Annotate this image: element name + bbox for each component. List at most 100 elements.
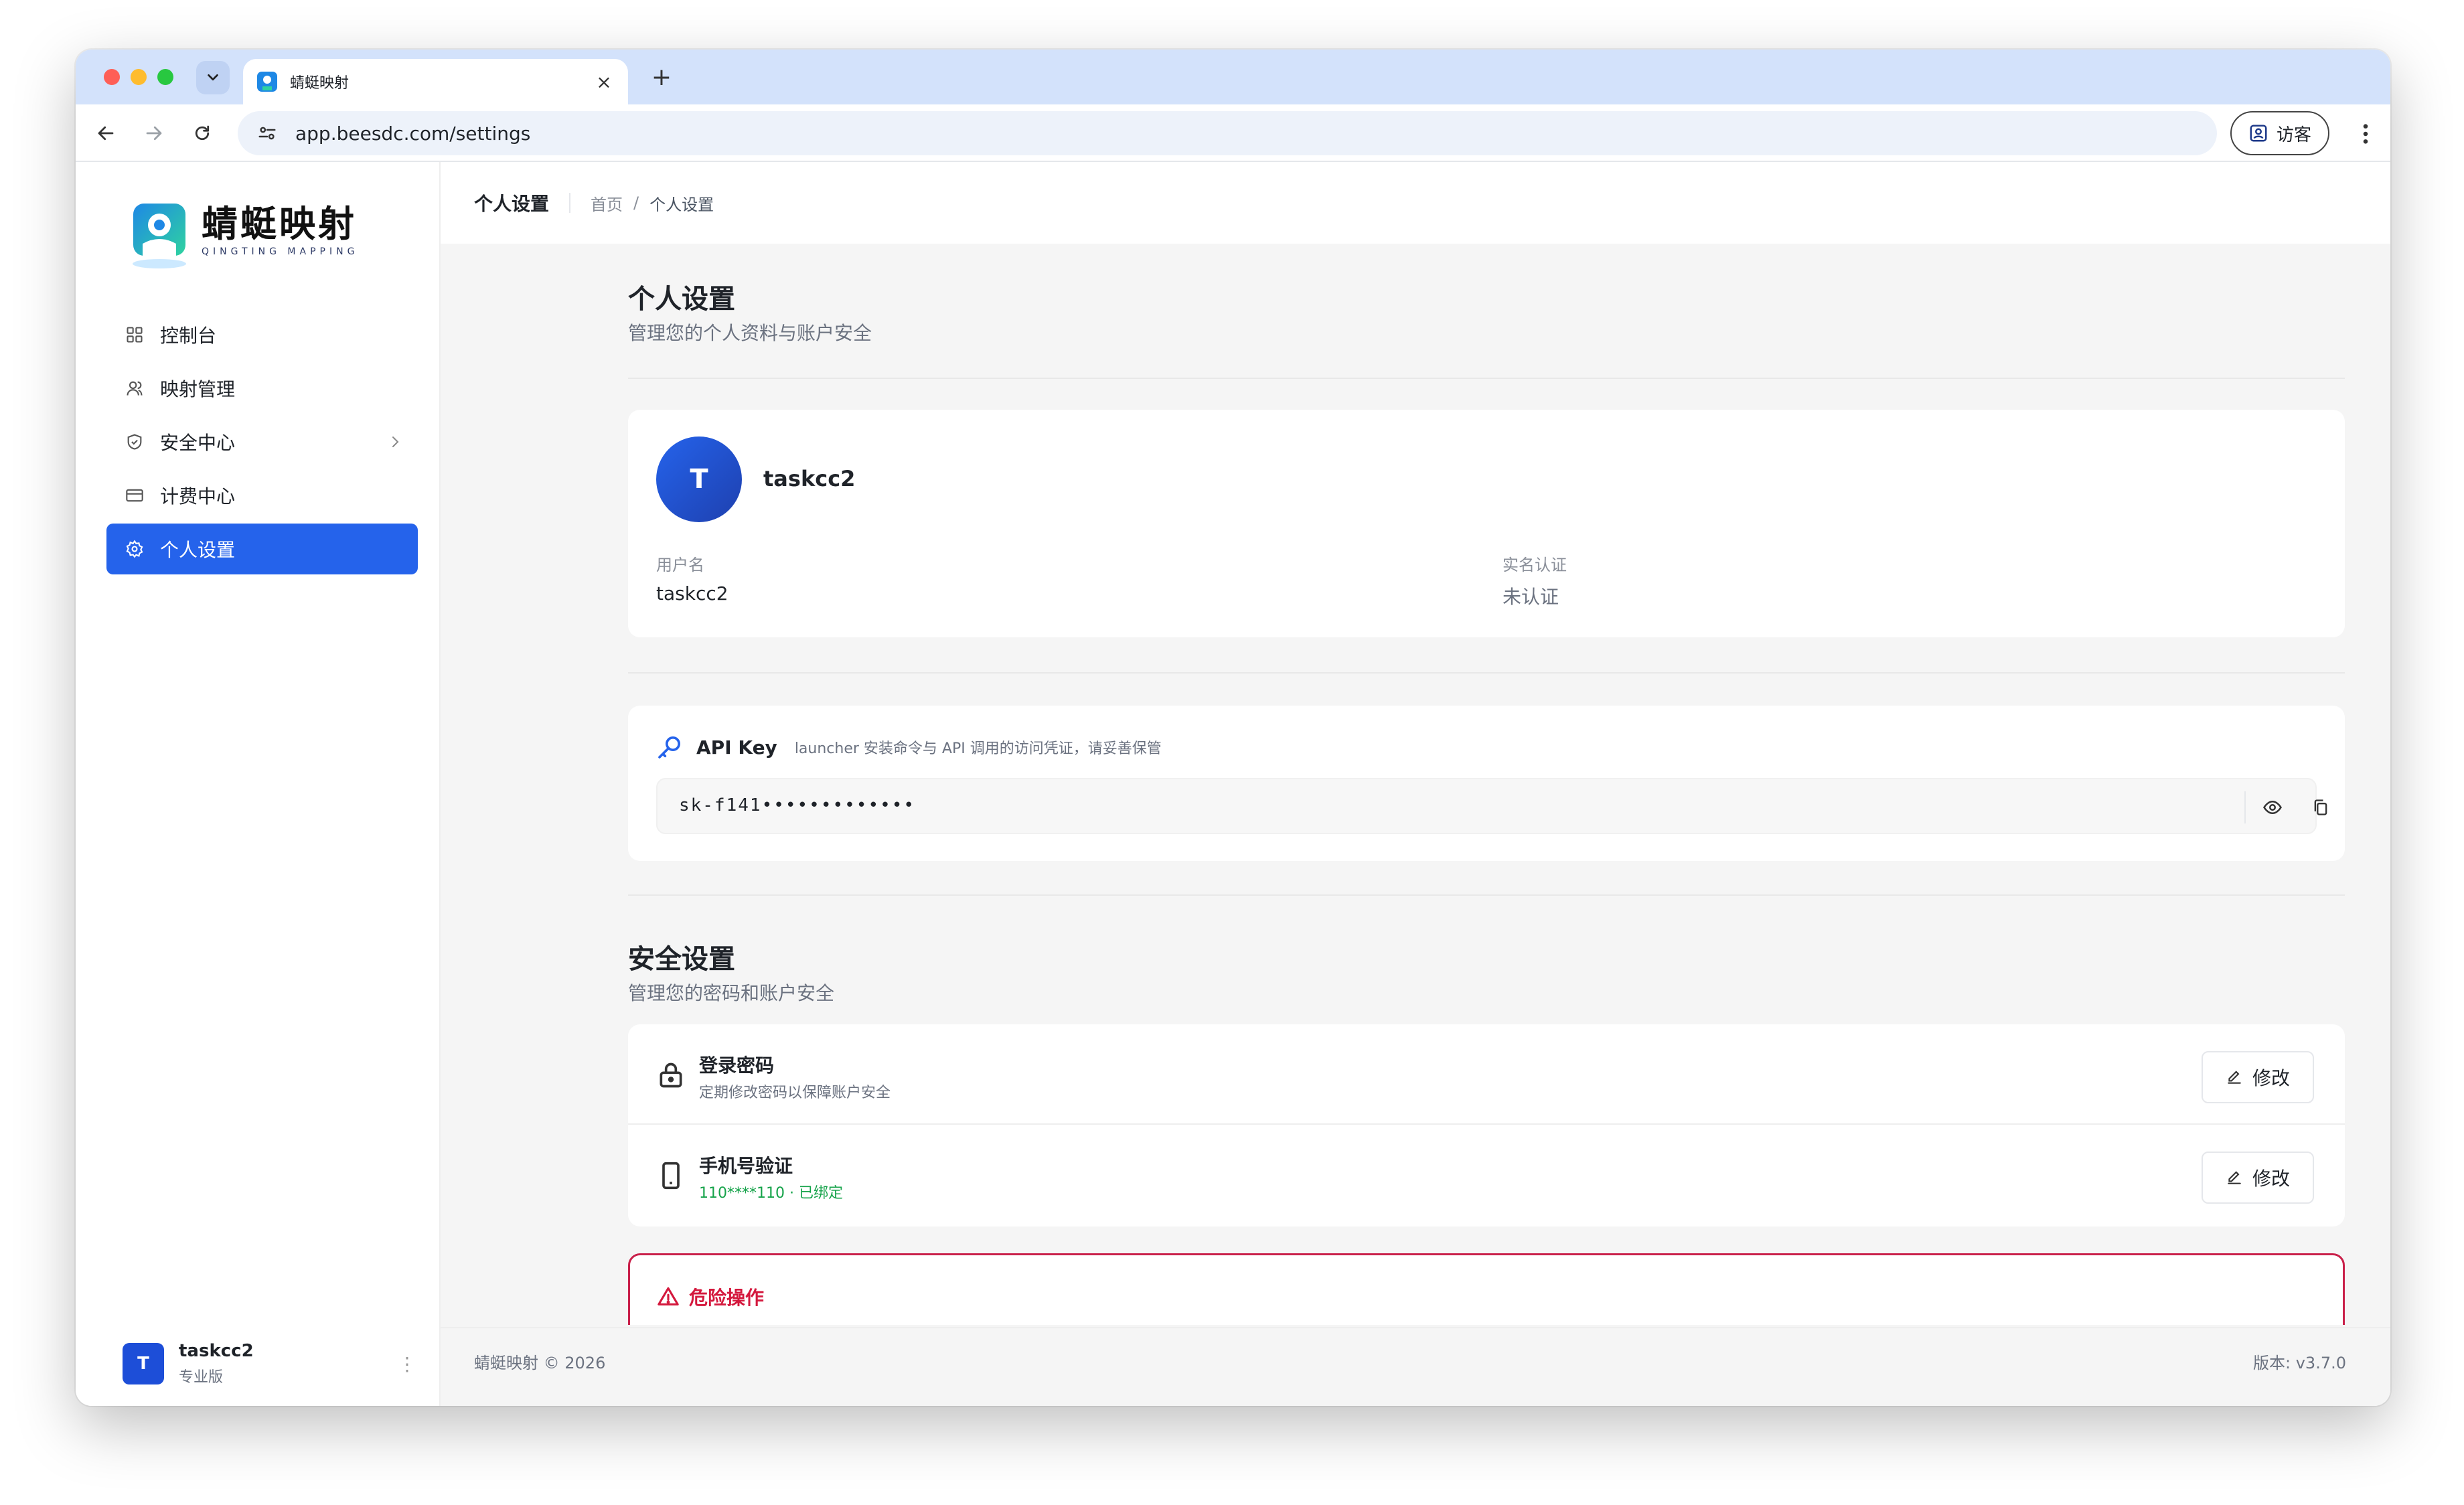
- header-divider: [569, 193, 571, 213]
- copy-icon: [2314, 799, 2327, 815]
- sidebar-menu: 控制台 映射管理 安全中心 计费中心 个人设置: [106, 309, 418, 577]
- password-desc: 定期修改密码以保障账户安全: [699, 1085, 891, 1101]
- api-key-value: sk-f141•••••••••••••: [679, 795, 916, 815]
- person-badge-icon: [2250, 125, 2267, 142]
- key-icon: [658, 736, 680, 759]
- verify-status: 未认证: [1503, 586, 1559, 608]
- phone-icon: [662, 1162, 680, 1190]
- eye-icon: [2263, 800, 2282, 815]
- edit-label: 修改: [2252, 1168, 2290, 1190]
- field-divider: [2244, 791, 2246, 823]
- site-settings-icon[interactable]: [254, 120, 281, 147]
- app-logo[interactable]: 蜻蜓映射 QINGTING MAPPING: [123, 200, 358, 273]
- edit-label: 修改: [2252, 1067, 2290, 1089]
- sidebar-user[interactable]: T taskcc2 专业版 ⋮: [123, 1340, 417, 1387]
- close-window-button[interactable]: [104, 69, 120, 85]
- arrow-left-icon: [98, 126, 114, 141]
- card-icon: [124, 485, 145, 506]
- breadcrumb-current: 个人设置: [649, 195, 714, 214]
- divider: [628, 894, 2345, 896]
- reload-button[interactable]: [187, 118, 218, 149]
- security-section-title: 安全设置: [628, 944, 735, 975]
- divider: [628, 672, 2345, 674]
- sidebar-item-label: 控制台: [160, 325, 217, 347]
- sidebar-item-billing[interactable]: 计费中心: [106, 470, 418, 521]
- minimize-window-button[interactable]: [131, 69, 147, 85]
- chevron-down-icon: [208, 74, 218, 81]
- maximize-window-button[interactable]: [157, 69, 173, 85]
- profile-guest-button[interactable]: 访客: [2230, 111, 2329, 155]
- favicon-icon: [257, 72, 277, 92]
- verify-label: 实名认证: [1503, 556, 1567, 574]
- lock-icon: [660, 1062, 682, 1088]
- chevron-right-icon: [392, 437, 399, 447]
- sidebar-item-label: 计费中心: [160, 485, 236, 507]
- back-button[interactable]: [90, 118, 121, 149]
- breadcrumb-separator: /: [633, 193, 639, 212]
- main-content[interactable]: 个人设置 管理您的个人资料与账户安全 T taskcc2 用户名 taskcc2…: [441, 244, 2379, 1325]
- browser-tab[interactable]: 蜻蜓映射 ×: [243, 59, 628, 104]
- page-header: 个人设置 首页 / 个人设置: [441, 162, 2390, 244]
- tab-search-button[interactable]: [196, 61, 230, 94]
- users-icon: [124, 378, 145, 399]
- api-key-field[interactable]: sk-f141•••••••••••••: [656, 778, 2327, 834]
- profile-section-title: 个人设置: [628, 284, 735, 315]
- sidebar-item-dashboard[interactable]: 控制台: [106, 309, 418, 360]
- more-vertical-icon: [2363, 124, 2368, 144]
- logo-title: 蜻蜓映射: [202, 203, 357, 245]
- danger-title: 危险操作: [689, 1287, 765, 1309]
- edit-phone-button[interactable]: 修改: [2202, 1152, 2314, 1204]
- profile-section-subtitle: 管理您的个人资料与账户安全: [628, 322, 872, 344]
- danger-zone-card: 危险操作: [628, 1253, 2345, 1325]
- tab-strip: 蜻蜓映射 × +: [76, 50, 2390, 104]
- edit-password-button[interactable]: 修改: [2202, 1051, 2314, 1103]
- user-name: taskcc2: [179, 1341, 254, 1361]
- logo-icon: [133, 204, 186, 268]
- reload-icon: [195, 125, 210, 141]
- user-plan: 专业版: [179, 1369, 224, 1386]
- new-tab-button[interactable]: +: [645, 60, 678, 94]
- logo-subtitle: QINGTING MAPPING: [202, 246, 359, 257]
- profile-name: taskcc2: [763, 466, 856, 491]
- browser-toolbar: app.beesdc.com/settings 访客: [76, 104, 2390, 162]
- address-bar[interactable]: app.beesdc.com/settings: [238, 111, 2217, 155]
- warning-icon: [658, 1287, 679, 1305]
- sidebar-item-label: 个人设置: [160, 539, 236, 561]
- page-title: 个人设置: [474, 193, 550, 215]
- sidebar-item-mapping[interactable]: 映射管理: [106, 363, 418, 414]
- version-text: 版本: v3.7.0: [2253, 1354, 2346, 1372]
- user-more-button[interactable]: ⋮: [397, 1350, 417, 1377]
- copyright-text: 蜻蜓映射 © 2026: [474, 1354, 606, 1372]
- phone-status: 110****110 · 已绑定: [699, 1185, 843, 1202]
- pencil-icon: [2228, 1171, 2241, 1184]
- divider: [628, 378, 2345, 379]
- guest-label: 访客: [2276, 125, 2311, 145]
- sidebar: 蜻蜓映射 QINGTING MAPPING 控制台 映射管理 安全中心 计费中心…: [76, 162, 441, 1406]
- sidebar-item-label: 安全中心: [160, 432, 236, 454]
- forward-button[interactable]: [139, 118, 169, 149]
- phone-title: 手机号验证: [699, 1155, 793, 1177]
- page-footer: 蜻蜓映射 © 2026 版本: v3.7.0: [441, 1327, 2390, 1406]
- avatar: T: [123, 1343, 164, 1384]
- browser-menu-button[interactable]: [2352, 119, 2379, 149]
- show-key-button[interactable]: [2259, 794, 2286, 821]
- tab-close-button[interactable]: ×: [592, 71, 616, 93]
- api-key-description: launcher 安装命令与 API 调用的访问凭证，请妥善保管: [794, 740, 1162, 757]
- pencil-icon: [2228, 1071, 2241, 1084]
- browser-window: 蜻蜓映射 × + app.beesdc.com/settings 访客 蜻蜓映射…: [76, 50, 2390, 1406]
- breadcrumb-home[interactable]: 首页: [591, 191, 623, 215]
- arrow-right-icon: [146, 126, 162, 141]
- password-row: 登录密码 定期修改密码以保障账户安全 修改: [628, 1024, 2345, 1125]
- api-key-card: API Key launcher 安装命令与 API 调用的访问凭证，请妥善保管…: [628, 706, 2345, 861]
- security-card: 登录密码 定期修改密码以保障账户安全 修改 手机号验证 110****110 ·…: [628, 1024, 2345, 1226]
- sidebar-item-settings[interactable]: 个人设置: [106, 524, 418, 574]
- copy-key-button[interactable]: [2311, 794, 2330, 821]
- gear-icon: [124, 538, 145, 560]
- phone-row: 手机号验证 110****110 · 已绑定 修改: [628, 1125, 2345, 1225]
- grid-icon: [124, 324, 145, 345]
- sidebar-item-security[interactable]: 安全中心: [106, 416, 418, 467]
- password-title: 登录密码: [699, 1054, 775, 1077]
- shield-icon: [124, 431, 145, 453]
- url-text: app.beesdc.com/settings: [295, 122, 531, 145]
- profile-card: T taskcc2 用户名 taskcc2 实名认证 未认证: [628, 410, 2345, 637]
